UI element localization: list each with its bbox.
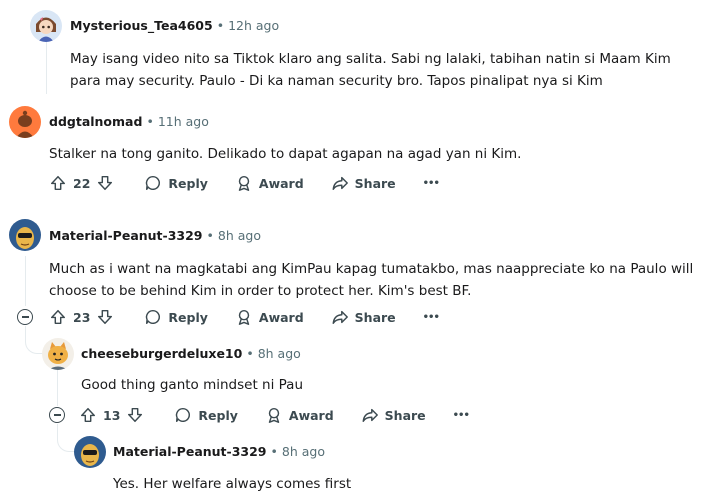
comment-author[interactable]: Mysterious_Tea4605 — [70, 18, 213, 33]
reply-bubble-icon — [176, 407, 191, 423]
downvote-icon[interactable] — [96, 174, 114, 192]
comment-body: Much as i want na magkatabi ang KimPau k… — [49, 261, 694, 299]
vote-count: 23 — [73, 309, 91, 325]
separator-dot: • — [246, 346, 254, 361]
separator-dot: • — [270, 444, 278, 459]
comment-time[interactable]: 12h ago — [228, 18, 279, 33]
share-label: Share — [354, 175, 396, 191]
award-label: Award — [258, 309, 304, 325]
avatar-peanut-icon — [9, 219, 41, 251]
thread-line — [57, 368, 58, 406]
avatar[interactable] — [30, 10, 62, 42]
vote-count: 13 — [103, 407, 121, 423]
more-options-button[interactable]: ••• — [422, 311, 440, 323]
avatar-peanut-icon — [74, 436, 106, 468]
vote-count: 22 — [73, 175, 91, 191]
award-button[interactable]: Award — [265, 406, 334, 424]
more-options-button[interactable]: ••• — [422, 177, 440, 189]
comment-meta: Mysterious_Tea4605 • 12h ago — [70, 18, 279, 34]
thread-elbow — [57, 424, 75, 452]
avatar[interactable] — [74, 436, 106, 468]
award-label: Award — [288, 407, 334, 423]
share-label: Share — [384, 407, 426, 423]
reply-button[interactable]: Reply — [174, 406, 238, 424]
upvote-icon[interactable] — [79, 406, 97, 424]
vote-group: 22 — [49, 174, 114, 192]
comment-author[interactable]: ddgtalnomad — [49, 114, 142, 129]
share-arrow-icon — [332, 310, 348, 325]
avatar[interactable] — [9, 106, 41, 138]
collapse-button[interactable] — [49, 407, 65, 423]
upvote-icon[interactable] — [49, 308, 67, 326]
comment-time[interactable]: 8h ago — [218, 228, 261, 243]
avatar-cat-icon — [42, 338, 74, 370]
reply-bubble-icon — [146, 175, 161, 191]
reply-button[interactable]: Reply — [144, 174, 208, 192]
collapse-minus-icon — [21, 316, 29, 318]
upvote-icon[interactable] — [49, 174, 67, 192]
comment-author[interactable]: Material-Peanut-3329 — [49, 228, 203, 243]
thread-line — [25, 256, 26, 306]
comment-body: May isang video nito sa Tiktok klaro ang… — [70, 51, 671, 89]
award-icon — [238, 175, 250, 191]
comment-time[interactable]: 8h ago — [258, 346, 301, 361]
award-button[interactable]: Award — [235, 308, 304, 326]
comment-body: Good thing ganto mindset ni Pau — [81, 377, 304, 393]
share-label: Share — [354, 309, 396, 325]
collapse-button[interactable] — [17, 309, 33, 325]
award-icon — [238, 309, 250, 325]
comment-author[interactable]: cheeseburgerdeluxe10 — [81, 346, 242, 361]
collapse-minus-icon — [53, 414, 61, 416]
downvote-icon[interactable] — [96, 308, 114, 326]
thread-line — [46, 42, 47, 94]
share-button[interactable]: Share — [331, 308, 396, 326]
reply-bubble-icon — [146, 309, 161, 325]
share-arrow-icon — [332, 176, 348, 191]
avatar-anime-icon — [30, 10, 62, 42]
more-options-icon: ••• — [452, 409, 470, 421]
share-button[interactable]: Share — [361, 406, 426, 424]
more-options-icon: ••• — [422, 311, 440, 323]
comment-actions: 22 Reply Award Share ••• — [49, 171, 440, 195]
award-label: Award — [258, 175, 304, 191]
vote-group: 13 — [79, 406, 144, 424]
more-options-icon: ••• — [422, 177, 440, 189]
separator-dot: • — [146, 114, 154, 129]
reply-label: Reply — [168, 309, 208, 325]
share-button[interactable]: Share — [331, 174, 396, 192]
comment-meta: Material-Peanut-3329 • 8h ago — [113, 444, 325, 460]
separator-dot: • — [216, 18, 225, 33]
thread-elbow — [25, 326, 43, 354]
avatar-snoo-icon — [9, 106, 41, 138]
more-options-button[interactable]: ••• — [452, 409, 470, 421]
separator-dot: • — [206, 228, 214, 243]
comment-body: Yes. Her welfare always comes first — [113, 476, 352, 492]
award-icon — [268, 407, 280, 423]
comment-meta: Material-Peanut-3329 • 8h ago — [49, 228, 261, 244]
comment-time[interactable]: 8h ago — [282, 444, 325, 459]
comment-author[interactable]: Material-Peanut-3329 — [113, 444, 267, 459]
comment-body: Stalker na tong ganito. Delikado to dapa… — [49, 146, 522, 162]
avatar[interactable] — [9, 219, 41, 251]
reply-button[interactable]: Reply — [144, 308, 208, 326]
reply-label: Reply — [168, 175, 208, 191]
comment-actions: 23 Reply Award Share ••• — [49, 305, 440, 329]
comment-time[interactable]: 11h ago — [158, 114, 209, 129]
award-button[interactable]: Award — [235, 174, 304, 192]
downvote-icon[interactable] — [126, 406, 144, 424]
reply-label: Reply — [198, 407, 238, 423]
comment-meta: ddgtalnomad • 11h ago — [49, 114, 209, 130]
share-arrow-icon — [362, 408, 378, 423]
comment-meta: cheeseburgerdeluxe10 • 8h ago — [81, 346, 301, 362]
vote-group: 23 — [49, 308, 114, 326]
avatar[interactable] — [42, 338, 74, 370]
comment-actions: 13 Reply Award Share ••• — [79, 403, 470, 427]
